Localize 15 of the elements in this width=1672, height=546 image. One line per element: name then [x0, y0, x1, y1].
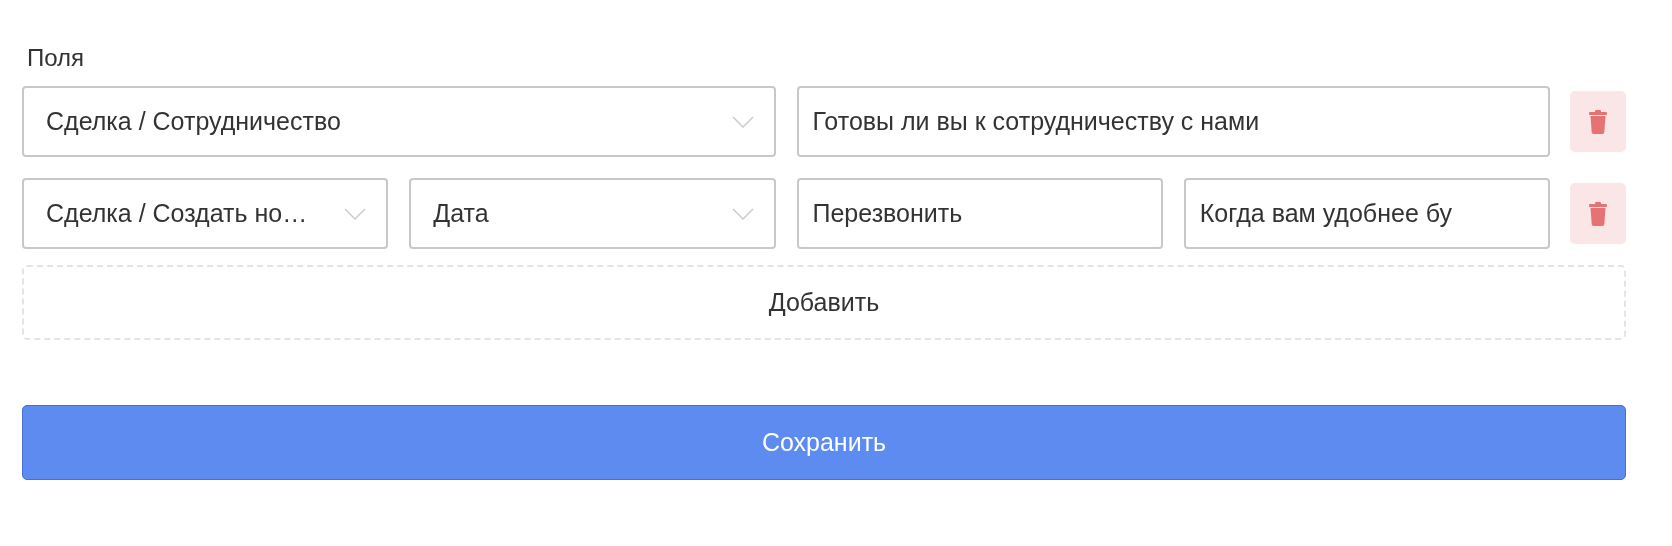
add-button[interactable]: Добавить	[22, 265, 1626, 340]
input-field[interactable]: Готовы ли вы к сотрудничеству с нами	[796, 86, 1550, 157]
input-field[interactable]: Когда вам удобнее бу	[1183, 178, 1550, 249]
select-field[interactable]: Сделка / Сотрудничество	[22, 86, 776, 157]
input-field[interactable]: Перезвонить	[796, 178, 1163, 249]
chevron-down-icon	[731, 207, 754, 220]
select-field[interactable]: Дата	[409, 178, 776, 249]
section-label: Поля	[26, 44, 86, 72]
delete-button[interactable]	[1570, 91, 1626, 152]
select-field[interactable]: Сделка / Создать но…	[22, 178, 389, 249]
delete-button[interactable]	[1570, 183, 1626, 244]
trash-icon	[1589, 109, 1607, 134]
trash-icon	[1589, 201, 1607, 226]
chevron-down-icon	[344, 207, 367, 220]
chevron-down-icon	[731, 115, 754, 128]
